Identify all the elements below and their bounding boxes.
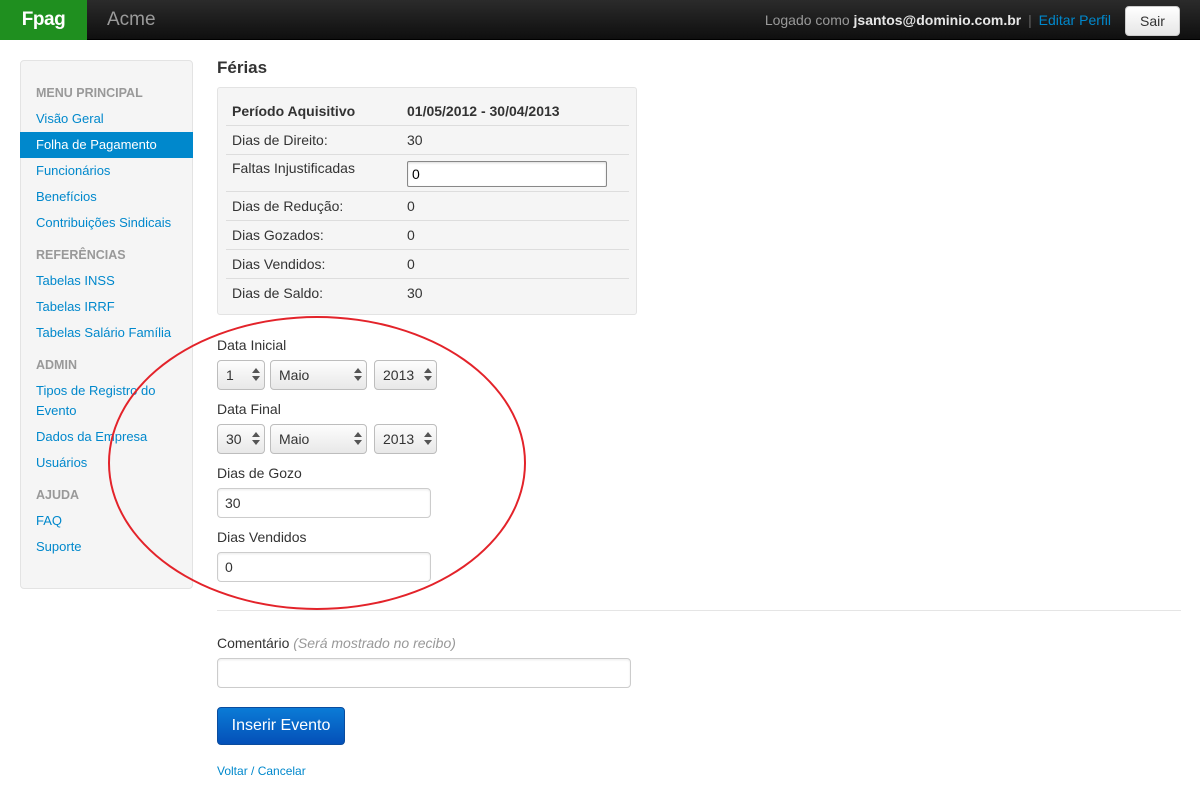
summary-label: Dias Gozados: (226, 219, 401, 249)
nav-header-referencias: REFERÊNCIAS (36, 248, 126, 262)
summary-row-faltas: Faltas Injustificadas (226, 153, 629, 191)
dias-gozo-input[interactable] (217, 488, 431, 518)
comentario-hint: (Será mostrado no recibo) (293, 635, 456, 651)
summary-row-periodo: Período Aquisitivo 01/05/2012 - 30/04/20… (226, 97, 629, 125)
summary-value: 0 (401, 248, 629, 278)
summary-value: 0 (401, 219, 629, 249)
vacation-summary-panel: Período Aquisitivo 01/05/2012 - 30/04/20… (217, 87, 637, 315)
sidebar-item-visao-geral[interactable]: Visão Geral (21, 106, 192, 132)
summary-label: Dias de Saldo: (226, 277, 401, 307)
summary-row-dias-saldo: Dias de Saldo: 30 (226, 277, 629, 307)
user-email: jsantos@dominio.com.br (853, 12, 1022, 28)
sidebar-item-tabelas-salario-familia[interactable]: Tabelas Salário Família (21, 320, 192, 346)
summary-value: 30 (401, 124, 629, 154)
summary-value-cell (401, 153, 629, 191)
data-final-month-select[interactable]: Maio (270, 424, 367, 454)
sidebar-item-funcionarios[interactable]: Funcionários (21, 158, 192, 184)
sidebar-item-tipos-de-registro[interactable]: Tipos de Registro do Evento (21, 378, 192, 424)
data-inicial-month-select[interactable]: Maio (270, 360, 367, 390)
select-arrows-icon (354, 432, 362, 446)
user-info: Logado como jsantos@dominio.com.br | Edi… (765, 0, 1111, 40)
sidebar-item-dados-da-empresa[interactable]: Dados da Empresa (21, 424, 192, 450)
select-arrows-icon (354, 368, 362, 382)
summary-label: Dias Vendidos: (226, 248, 401, 278)
select-arrows-icon (252, 368, 260, 382)
selected-value: 2013 (383, 367, 415, 383)
selected-value: Maio (279, 431, 310, 447)
summary-row-dias-reducao: Dias de Redução: 0 (226, 190, 629, 220)
sidebar-item-folha-de-pagamento[interactable]: Folha de Pagamento (20, 132, 193, 158)
dias-gozo-label: Dias de Gozo (217, 465, 302, 481)
data-final-year-select[interactable]: 2013 (374, 424, 437, 454)
sidebar-item-beneficios[interactable]: Benefícios (21, 184, 192, 210)
brand-logo[interactable]: Fpag (0, 0, 87, 40)
sidebar-item-contribuicoes-sindicais[interactable]: Contribuições Sindicais (21, 210, 192, 236)
data-inicial-label: Data Inicial (217, 337, 287, 353)
dias-vendidos-input[interactable] (217, 552, 431, 582)
page-title: Férias (217, 58, 268, 77)
select-arrows-icon (424, 368, 432, 382)
selected-value: 1 (226, 367, 234, 383)
selected-value: 30 (226, 431, 242, 447)
voltar-cancelar-link[interactable]: Voltar / Cancelar (217, 764, 306, 778)
summary-value: 0 (401, 190, 629, 220)
summary-row-dias-vendidos: Dias Vendidos: 0 (226, 248, 629, 278)
comentario-label-text: Comentário (217, 635, 290, 651)
select-arrows-icon (252, 432, 260, 446)
inserir-evento-button[interactable]: Inserir Evento (217, 707, 345, 745)
company-name: Acme (107, 9, 156, 30)
sidebar-item-faq[interactable]: FAQ (21, 508, 192, 534)
sidebar-item-tabelas-irrf[interactable]: Tabelas IRRF (21, 294, 192, 320)
faltas-injustificadas-input[interactable] (407, 160, 607, 187)
summary-value: 30 (401, 277, 629, 307)
comentario-input[interactable] (217, 658, 631, 688)
data-inicial-day-select[interactable]: 1 (217, 360, 265, 390)
summary-label: Dias de Redução: (226, 190, 401, 220)
summary-label: Período Aquisitivo (232, 102, 356, 119)
sidebar-item-tabelas-inss[interactable]: Tabelas INSS (21, 268, 192, 294)
data-final-label: Data Final (217, 401, 281, 417)
section-divider (217, 610, 1181, 611)
nav-header-admin: ADMIN (36, 358, 77, 372)
selected-value: 2013 (383, 431, 415, 447)
vacation-summary-table: Período Aquisitivo 01/05/2012 - 30/04/20… (226, 97, 629, 307)
dias-vendidos-label: Dias Vendidos (217, 529, 307, 545)
summary-row-dias-gozados: Dias Gozados: 0 (226, 219, 629, 249)
select-arrows-icon (424, 432, 432, 446)
separator: | (1028, 12, 1032, 28)
summary-row-dias-direito: Dias de Direito: 30 (226, 124, 629, 154)
selected-value: Maio (279, 367, 310, 383)
sidebar: MENU PRINCIPAL Visão Geral Folha de Paga… (20, 60, 193, 589)
top-navbar: Fpag Acme Logado como jsantos@dominio.co… (0, 0, 1200, 40)
data-final-day-select[interactable]: 30 (217, 424, 265, 454)
summary-value: 01/05/2012 - 30/04/2013 (407, 102, 560, 119)
nav-header-ajuda: AJUDA (36, 488, 80, 502)
data-inicial-year-select[interactable]: 2013 (374, 360, 437, 390)
edit-profile-link[interactable]: Editar Perfil (1039, 12, 1111, 28)
summary-label: Dias de Direito: (226, 124, 401, 154)
logout-button[interactable]: Sair (1125, 6, 1180, 36)
nav-header-menu-principal: MENU PRINCIPAL (36, 86, 143, 100)
summary-label: Faltas Injustificadas (226, 153, 401, 191)
sidebar-item-suporte[interactable]: Suporte (21, 534, 192, 560)
comentario-label: Comentário (Será mostrado no recibo) (217, 635, 456, 651)
sidebar-item-usuarios[interactable]: Usuários (21, 450, 192, 476)
logged-as-prefix: Logado como (764, 12, 850, 28)
